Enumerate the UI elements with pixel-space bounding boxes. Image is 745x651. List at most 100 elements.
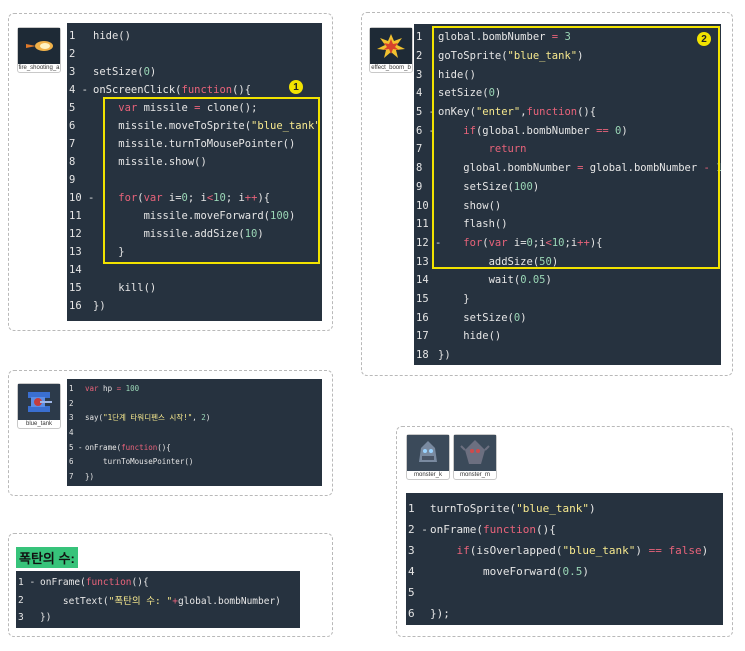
bombcount-code-editor[interactable]: 1 - onFrame(function(){2 setText("폭탄의 수: … bbox=[16, 571, 300, 628]
code-text[interactable]: if(isOverlapped("blue_tank") == false) bbox=[430, 544, 723, 557]
sprite-card-blue-tank[interactable]: blue_tank bbox=[17, 383, 61, 429]
code-text[interactable]: setSize(0) bbox=[93, 66, 322, 78]
sprite-card-monster-m[interactable]: monster_m bbox=[453, 434, 497, 480]
code-line[interactable]: 4 - onScreenClick(function(){ bbox=[69, 81, 322, 99]
code-text[interactable]: setSize(0) bbox=[438, 312, 721, 324]
code-text[interactable]: turnToMousePointer() bbox=[85, 457, 322, 466]
code-text[interactable]: } bbox=[93, 246, 322, 258]
code-line[interactable]: 1 global.bombNumber = 3 bbox=[416, 28, 721, 47]
code-line[interactable]: 16 setSize(0) bbox=[416, 308, 721, 327]
code-line[interactable]: 6 missile.moveToSprite("blue_tank") bbox=[69, 117, 322, 135]
code-text[interactable]: onFrame(function(){ bbox=[85, 443, 322, 452]
code-line[interactable]: 2 bbox=[69, 396, 322, 411]
code-line[interactable]: 1 - onFrame(function(){ bbox=[18, 574, 300, 592]
sprite-card-effect-boom[interactable]: effect_boom_b bbox=[369, 27, 413, 73]
monster-code-editor[interactable]: 1 turnToSprite("blue_tank") 2 - onFrame(fun… bbox=[406, 493, 723, 625]
code-line[interactable]: 7}) bbox=[69, 469, 322, 484]
code-line[interactable]: 3 setSize(0) bbox=[69, 63, 322, 81]
code-text[interactable]: onFrame(function(){ bbox=[40, 577, 300, 588]
code-line[interactable]: 3 if(isOverlapped("blue_tank") == false) bbox=[408, 540, 723, 561]
missile-code-editor[interactable]: 1 hide() 2 3 setSize(0) 4 - onScreenClick(func… bbox=[67, 23, 322, 321]
code-line[interactable]: 1 var hp = 100 bbox=[69, 381, 322, 396]
code-text[interactable]: say("1단계 타워디펜스 시작!", 2) bbox=[85, 412, 322, 423]
code-text[interactable]: missile.moveForward(100) bbox=[93, 210, 322, 222]
code-line[interactable]: 1 turnToSprite("blue_tank") bbox=[408, 498, 723, 519]
code-line[interactable]: 1 hide() bbox=[69, 27, 322, 45]
code-text[interactable]: for(var i=0;i<10;i++){ bbox=[438, 237, 721, 249]
code-text[interactable]: hide() bbox=[93, 30, 322, 42]
bomb-code-editor[interactable]: 1 global.bombNumber = 3 2 goToSprite("blue_… bbox=[414, 24, 721, 365]
code-line[interactable]: 2 bbox=[69, 45, 322, 63]
code-text[interactable]: addSize(50) bbox=[438, 256, 721, 268]
tank-code-editor[interactable]: 1 var hp = 100 2 3 say("1단계 타워디펜스 시작!", 2) 4 5… bbox=[67, 379, 322, 486]
code-line[interactable]: 6 turnToMousePointer() bbox=[69, 454, 322, 469]
code-line[interactable]: 6}); bbox=[408, 603, 723, 624]
code-line[interactable]: 6 - if(global.bombNumber == 0) bbox=[416, 121, 721, 140]
code-line[interactable]: 5 bbox=[408, 582, 723, 603]
code-text[interactable]: missile.moveToSprite("blue_tank") bbox=[93, 120, 322, 132]
code-text[interactable]: missile.show() bbox=[93, 156, 322, 168]
code-text[interactable]: missile.turnToMousePointer() bbox=[93, 138, 322, 150]
code-text[interactable]: for(var i=0; i<10; i++){ bbox=[93, 192, 322, 204]
code-text[interactable]: flash() bbox=[438, 218, 721, 230]
code-line[interactable]: 2 goToSprite("blue_tank") bbox=[416, 47, 721, 66]
code-text[interactable]: turnToSprite("blue_tank") bbox=[430, 502, 723, 515]
code-line[interactable]: 7 return bbox=[416, 140, 721, 159]
code-text[interactable]: hide() bbox=[438, 330, 721, 342]
code-line[interactable]: 13 } bbox=[69, 243, 322, 261]
code-text[interactable]: hide() bbox=[438, 69, 721, 81]
code-line[interactable]: 5 var missile = clone(); bbox=[69, 99, 322, 117]
code-text[interactable]: onFrame(function(){ bbox=[430, 523, 723, 536]
code-text[interactable]: moveForward(0.5) bbox=[430, 565, 723, 578]
code-line[interactable]: 11 missile.moveForward(100) bbox=[69, 207, 322, 225]
code-text[interactable]: if(global.bombNumber == 0) bbox=[438, 125, 721, 137]
code-text[interactable]: var missile = clone(); bbox=[93, 102, 322, 114]
code-text[interactable]: missile.addSize(10) bbox=[93, 228, 322, 240]
code-text[interactable]: global.bombNumber = 3 bbox=[438, 31, 721, 43]
code-text[interactable]: show() bbox=[438, 200, 721, 212]
code-line[interactable]: 12 missile.addSize(10) bbox=[69, 225, 322, 243]
code-text[interactable]: setSize(100) bbox=[438, 181, 721, 193]
code-line[interactable]: 9 bbox=[69, 171, 322, 189]
code-line[interactable]: 10 - for(var i=0; i<10; i++){ bbox=[69, 189, 322, 207]
code-text[interactable]: onKey("enter",function(){ bbox=[438, 106, 721, 118]
code-line[interactable]: 3 hide() bbox=[416, 65, 721, 84]
code-text[interactable]: }) bbox=[40, 612, 300, 623]
code-text[interactable]: global.bombNumber = global.bombNumber - … bbox=[438, 162, 721, 174]
code-line[interactable]: 11 flash() bbox=[416, 215, 721, 234]
code-line[interactable]: 7 missile.turnToMousePointer() bbox=[69, 135, 322, 153]
code-text[interactable]: setText("폭탄의 수: "+global.bombNumber) bbox=[40, 593, 300, 607]
code-line[interactable]: 4 setSize(0) bbox=[416, 84, 721, 103]
code-text[interactable]: kill() bbox=[93, 282, 322, 294]
code-line[interactable]: 14 wait(0.05) bbox=[416, 271, 721, 290]
code-text[interactable]: onScreenClick(function(){ bbox=[93, 84, 322, 96]
code-line[interactable]: 3}) bbox=[18, 609, 300, 627]
sprite-card-fire-shooting[interactable]: fire_shooting_a bbox=[17, 27, 61, 73]
code-text[interactable]: return bbox=[438, 143, 721, 155]
code-text[interactable]: wait(0.05) bbox=[438, 274, 721, 286]
code-line[interactable]: 4 moveForward(0.5) bbox=[408, 561, 723, 582]
code-line[interactable]: 3 say("1단계 타워디펜스 시작!", 2) bbox=[69, 410, 322, 425]
code-text[interactable]: }) bbox=[85, 472, 322, 481]
code-line[interactable]: 18}) bbox=[416, 346, 721, 365]
code-text[interactable]: }) bbox=[438, 349, 721, 361]
code-text[interactable]: var hp = 100 bbox=[85, 384, 322, 393]
code-line[interactable]: 8 global.bombNumber = global.bombNumber … bbox=[416, 159, 721, 178]
code-line[interactable]: 12 - for(var i=0;i<10;i++){ bbox=[416, 234, 721, 253]
code-line[interactable]: 16}) bbox=[69, 297, 322, 315]
code-line[interactable]: 13 addSize(50) bbox=[416, 252, 721, 271]
code-text[interactable]: }); bbox=[430, 607, 723, 620]
code-line[interactable]: 9 setSize(100) bbox=[416, 178, 721, 197]
code-line[interactable]: 2 - onFrame(function(){ bbox=[408, 519, 723, 540]
code-line[interactable]: 2 setText("폭탄의 수: "+global.bombNumber) bbox=[18, 592, 300, 610]
code-line[interactable]: 17 hide() bbox=[416, 327, 721, 346]
code-text[interactable]: } bbox=[438, 293, 721, 305]
code-line[interactable]: 5 - onFrame(function(){ bbox=[69, 440, 322, 455]
code-text[interactable]: }) bbox=[93, 300, 322, 312]
code-text[interactable]: goToSprite("blue_tank") bbox=[438, 50, 721, 62]
sprite-card-monster-k[interactable]: monster_k bbox=[406, 434, 450, 480]
code-line[interactable]: 5 - onKey("enter",function(){ bbox=[416, 103, 721, 122]
code-line[interactable]: 14 bbox=[69, 261, 322, 279]
code-line[interactable]: 10 show() bbox=[416, 196, 721, 215]
code-line[interactable]: 8 missile.show() bbox=[69, 153, 322, 171]
